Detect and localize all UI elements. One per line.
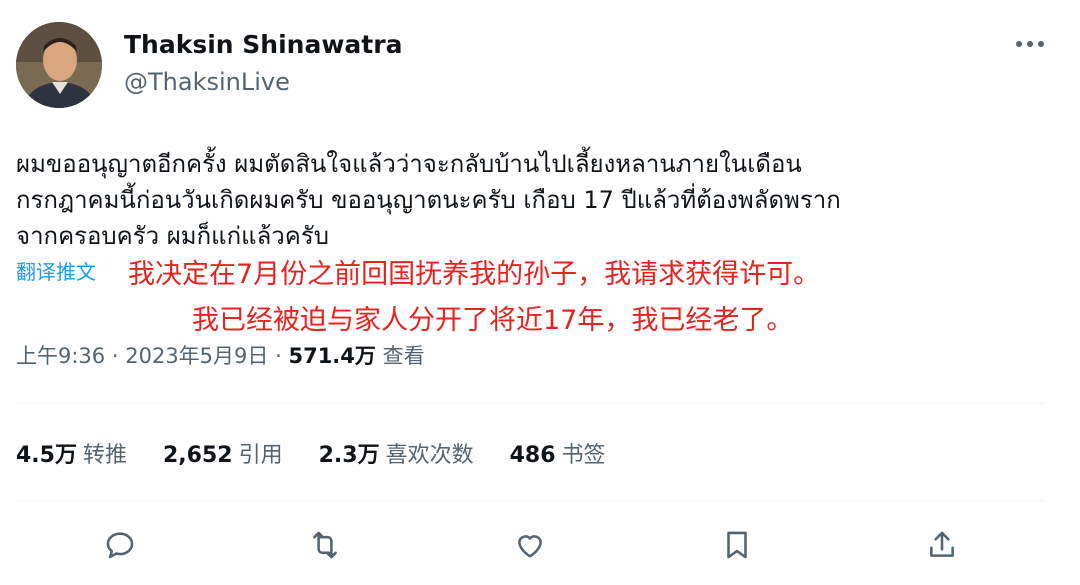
author-handle[interactable]: @ThaksinLive	[124, 68, 290, 96]
avatar[interactable]	[16, 22, 102, 108]
stat-quotes[interactable]: 2,652 引用	[163, 437, 283, 469]
tweet-meta: 上午9:36 · 2023年5月9日 · 571.4万 查看	[16, 340, 425, 370]
views-count: 571.4万	[288, 344, 376, 368]
divider	[16, 500, 1046, 501]
engagement-stats: 4.5万 转推 2,652 引用 2.3万 喜欢次数 486 书签	[16, 437, 606, 469]
tweet-time[interactable]: 上午9:36	[16, 344, 105, 368]
views-label: 查看	[382, 344, 425, 368]
meta-separator: ·	[275, 344, 282, 368]
tweet-date[interactable]: 2023年5月9日	[125, 344, 268, 368]
stat-bookmarks[interactable]: 486 书签	[510, 437, 606, 469]
tweet-text-line-1: ผมขออนุญาตอีกครั้ง ผมตัดสินใจแล้วว่าจะกล…	[16, 150, 802, 178]
stat-count: 486	[509, 443, 556, 468]
bookmark-icon[interactable]	[717, 525, 757, 565]
translate-tweet-link[interactable]: 翻译推文	[16, 256, 96, 285]
stat-label: 引用	[238, 443, 283, 468]
divider	[16, 403, 1046, 404]
stat-label: 喜欢次数	[385, 443, 474, 468]
stat-count: 4.5万	[16, 443, 77, 468]
like-icon[interactable]	[510, 525, 550, 565]
tweet-text-line-3: จากครอบครัว ผมก็แก่แล้วครับ	[16, 222, 329, 250]
stat-label: 书签	[561, 443, 606, 468]
more-options-icon[interactable]	[1010, 34, 1050, 54]
stat-label: 转推	[82, 443, 127, 468]
stat-count: 2.3万	[318, 443, 380, 468]
tweet-text-line-2: กรกฎาคมนี้ก่อนวันเกิดผมครับ ขออนุญาตนะคร…	[16, 186, 841, 214]
share-icon[interactable]	[922, 525, 962, 565]
avatar-image	[16, 22, 102, 108]
stat-likes[interactable]: 2.3万 喜欢次数	[319, 437, 474, 469]
overlay-translation-line-2: 我已经被迫与家人分开了将近17年，我已经老了。	[192, 305, 794, 336]
author-name[interactable]: Thaksin Shinawatra	[124, 30, 402, 59]
retweet-icon[interactable]	[305, 525, 345, 565]
meta-separator: ·	[111, 344, 119, 368]
stat-count: 2,652	[163, 443, 233, 468]
reply-icon[interactable]	[100, 525, 140, 565]
stat-retweets[interactable]: 4.5万 转推	[16, 437, 127, 469]
overlay-translation-line-1: 我决定在7月份之前回国抚养我的孙子，我请求获得许可。	[128, 259, 821, 290]
